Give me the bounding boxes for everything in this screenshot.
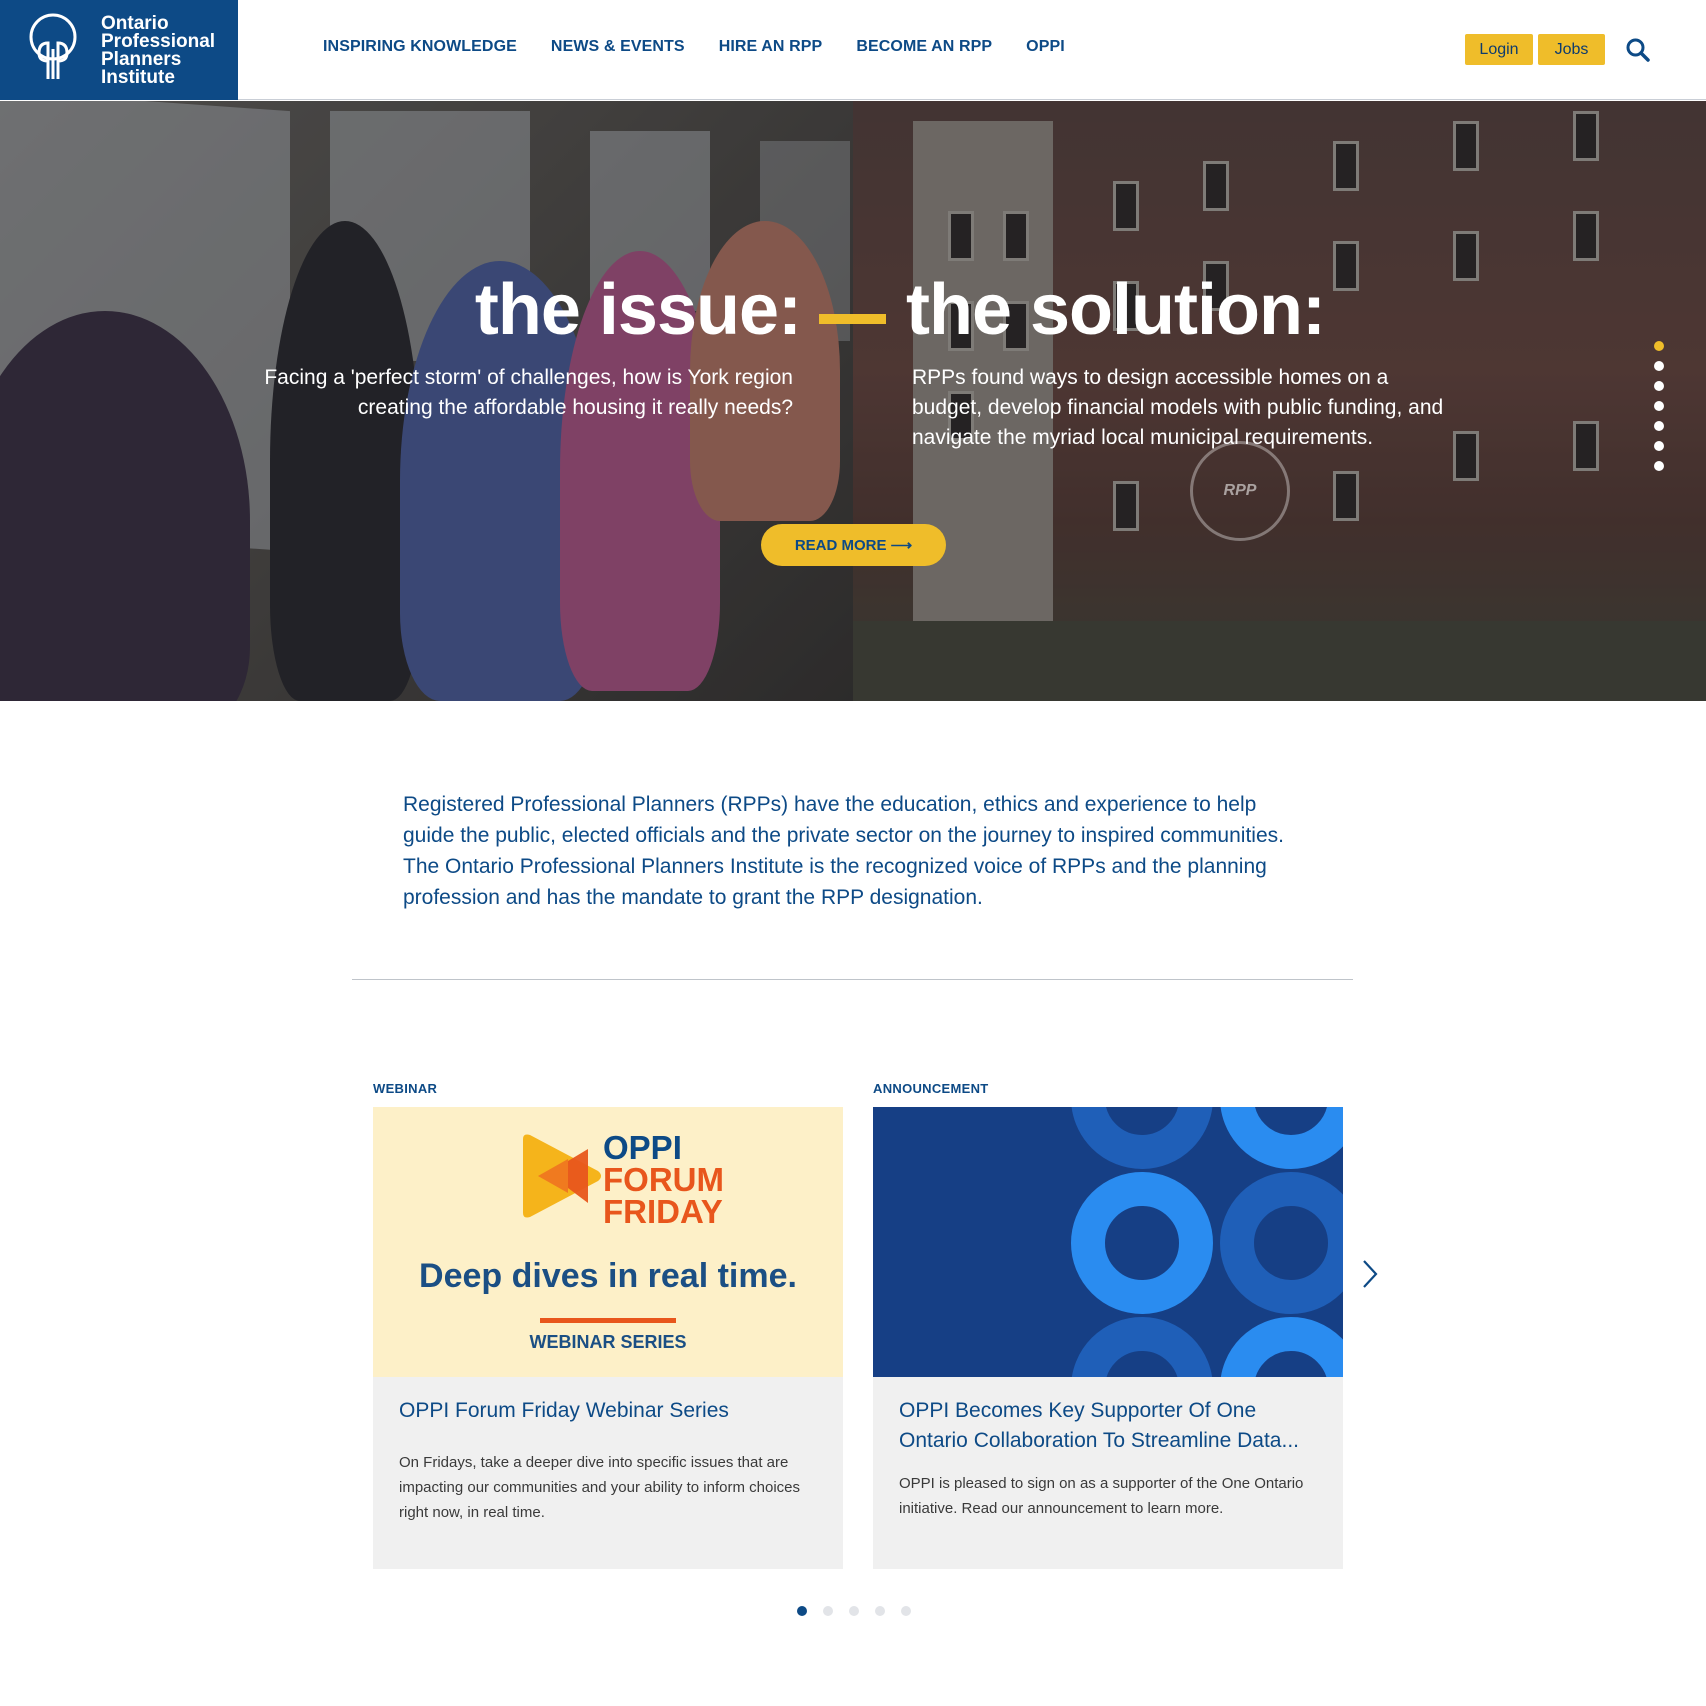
slide-dot-7[interactable] [1654,461,1664,471]
hero-title-issue: the issue: [474,270,802,350]
main-nav: INSPIRING KNOWLEDGE NEWS & EVENTS HIRE A… [323,38,1099,56]
hero-slider: the issue: the solution: Facing a 'perfe… [0,101,1706,701]
announcement-rings-image [873,1107,1343,1377]
ring-shape [1071,1172,1213,1314]
slide-dot-6[interactable] [1654,441,1664,451]
read-more-button[interactable]: READ MORE ⟶ [761,524,946,566]
forum-friday-word: FRIDAY [603,1193,723,1230]
card-description: OPPI is pleased to sign on as a supporte… [899,1475,1304,1517]
hero-subtitle-solution: RPPs found ways to design accessible hom… [912,366,1444,449]
hero-slide-indicators [1654,341,1665,481]
carousel-dot-4[interactable] [875,1606,885,1616]
card-category-webinar: WEBINAR [373,1081,438,1096]
play-logo-icon [523,1134,601,1218]
carousel-dot-3[interactable] [849,1606,859,1616]
banner-accent-bar [540,1318,676,1323]
chevron-right-icon[interactable] [1360,1258,1380,1290]
ring-shape [1220,1172,1343,1314]
jobs-button[interactable]: Jobs [1538,34,1605,65]
site-header: Ontario Professional Planners Institute … [0,0,1706,100]
card-title[interactable]: OPPI Becomes Key Supporter Of One Ontari… [899,1396,1319,1456]
carousel-dot-1[interactable] [797,1606,807,1616]
section-divider [352,979,1353,980]
card-description: On Fridays, take a deeper dive into spec… [399,1454,801,1521]
logo-line: Institute [101,67,175,88]
slide-dot-2[interactable] [1654,361,1664,371]
slide-dot-1[interactable] [1654,341,1664,351]
oppi-logo-icon [29,13,77,79]
banner-tagline: Deep dives in real time. [419,1257,797,1295]
ring-shape [1220,1317,1343,1377]
news-card-webinar[interactable]: OPPI FORUM FRIDAY Deep dives in real tim… [373,1107,843,1569]
nav-news-events[interactable]: NEWS & EVENTS [551,38,685,56]
carousel-dot-5[interactable] [901,1606,911,1616]
card-carousel-indicators [797,1606,911,1616]
news-card-announcement[interactable]: OPPI Becomes Key Supporter Of One Ontari… [873,1107,1343,1569]
intro-paragraph: Registered Professional Planners (RPPs) … [403,793,1284,909]
login-button[interactable]: Login [1465,34,1533,65]
ring-shape [1071,1317,1213,1377]
nav-hire-an-rpp[interactable]: HIRE AN RPP [719,38,823,56]
logo-wordmark: Ontario Professional Planners Institute [101,14,215,88]
nav-inspiring-knowledge[interactable]: INSPIRING KNOWLEDGE [323,38,517,56]
hero-title-solution: the solution: [906,270,1326,350]
nav-oppi[interactable]: OPPI [1026,38,1065,56]
rpp-seal: RPP [1190,441,1290,541]
hero-dash-divider [819,314,886,324]
nav-become-an-rpp[interactable]: BECOME AN RPP [856,38,992,56]
card-category-announcement: ANNOUNCEMENT [873,1081,989,1096]
oppi-logo[interactable]: Ontario Professional Planners Institute [0,0,238,100]
slide-dot-4[interactable] [1654,401,1664,411]
ring-shape [1220,1107,1343,1169]
banner-series-label: WEBINAR SERIES [529,1332,687,1352]
forum-friday-banner: OPPI FORUM FRIDAY Deep dives in real tim… [373,1107,843,1377]
slide-dot-5[interactable] [1654,421,1664,431]
slide-dot-3[interactable] [1654,381,1664,391]
hero-subtitle-issue: Facing a 'perfect storm' of challenges, … [264,366,793,419]
card-title[interactable]: OPPI Forum Friday Webinar Series [399,1396,819,1426]
search-icon[interactable] [1625,37,1651,63]
ring-shape [1071,1107,1213,1169]
carousel-dot-2[interactable] [823,1606,833,1616]
